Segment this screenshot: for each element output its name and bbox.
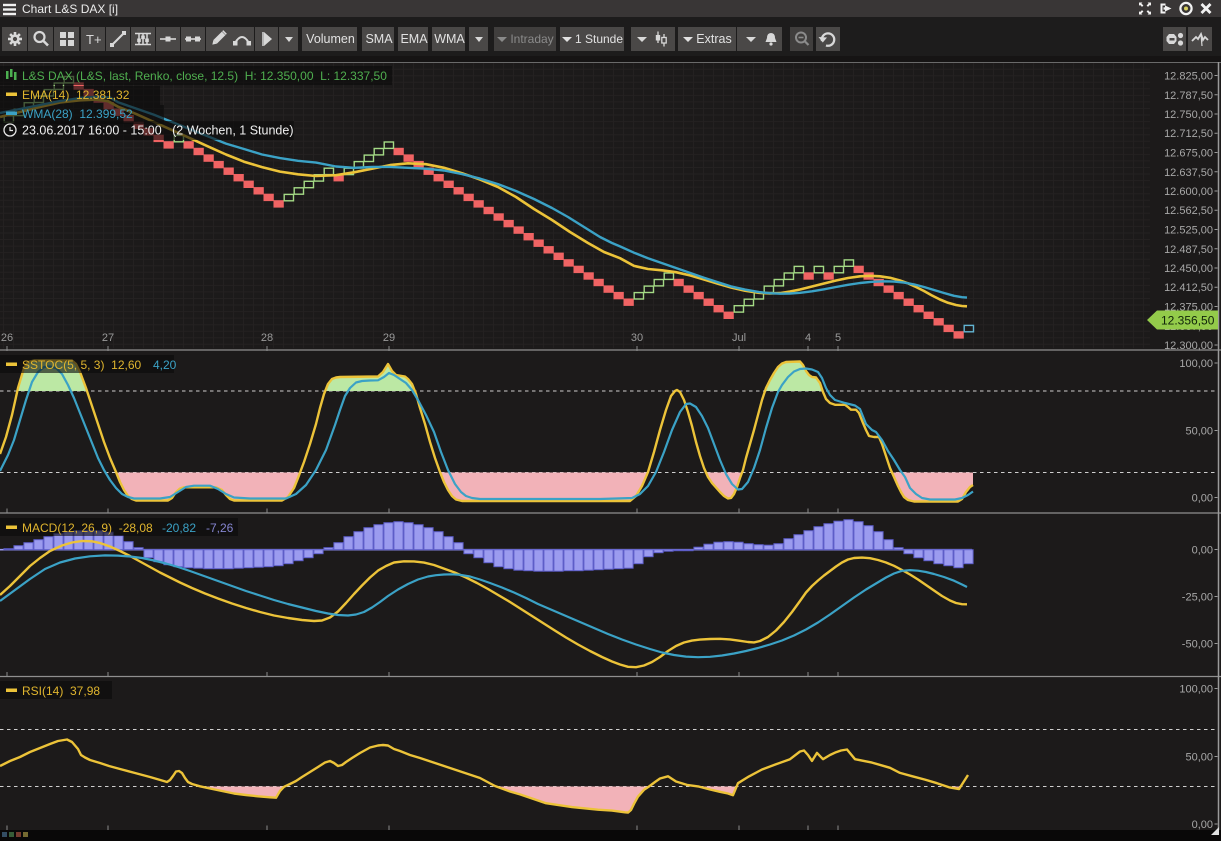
svg-text:12.356,50: 12.356,50 xyxy=(1161,314,1215,328)
svg-text:-20,82: -20,82 xyxy=(162,521,196,535)
svg-text:29: 29 xyxy=(383,332,395,344)
svg-text:L&S DAX (L&S, last, Renko, clo: L&S DAX (L&S, last, Renko, close, 12.5) … xyxy=(22,69,387,83)
svg-text:0,00: 0,00 xyxy=(1192,819,1213,830)
svg-text:T+: T+ xyxy=(86,32,102,47)
svg-text:26: 26 xyxy=(1,332,13,344)
svg-text:50,00: 50,00 xyxy=(1185,426,1213,438)
svg-text:EMA(14) 12.381,32: EMA(14) 12.381,32 xyxy=(22,88,130,102)
svg-text:-50,00: -50,00 xyxy=(1182,639,1213,651)
svg-text:100,00: 100,00 xyxy=(1179,684,1213,696)
svg-text:50,00: 50,00 xyxy=(1185,752,1213,764)
svg-text:12.825,00: 12.825,00 xyxy=(1164,71,1213,83)
svg-text:0,00: 0,00 xyxy=(1192,545,1213,557)
svg-text:WMA(28) 12.399,52: WMA(28) 12.399,52 xyxy=(22,107,133,121)
svg-text:-25,00: -25,00 xyxy=(1182,592,1213,604)
svg-text:12.637,50: 12.637,50 xyxy=(1164,167,1213,179)
svg-text:27: 27 xyxy=(102,332,114,344)
svg-text:12.712,50: 12.712,50 xyxy=(1164,128,1213,140)
svg-text:100,00: 100,00 xyxy=(1179,358,1213,370)
svg-text:RSI(14) 37,98: RSI(14) 37,98 xyxy=(22,684,100,698)
svg-text:12.750,00: 12.750,00 xyxy=(1164,109,1213,121)
svg-text:12.525,00: 12.525,00 xyxy=(1164,225,1213,237)
svg-text:12.600,00: 12.600,00 xyxy=(1164,186,1213,198)
svg-text:0,00: 0,00 xyxy=(1192,493,1213,505)
svg-text:28: 28 xyxy=(261,332,273,344)
svg-text:12.412,50: 12.412,50 xyxy=(1164,282,1213,294)
svg-text:12.787,50: 12.787,50 xyxy=(1164,90,1213,102)
svg-text:12.450,00: 12.450,00 xyxy=(1164,263,1213,275)
svg-text:-7,26: -7,26 xyxy=(206,521,234,535)
svg-text:4,20: 4,20 xyxy=(153,358,177,372)
svg-text:23.06.2017 16:00 - 15:00 (2: 23.06.2017 16:00 - 15:00 (2 Wochen, 1 St… xyxy=(22,124,294,138)
svg-text:SSTOC(5, 5, 3) 12,60: SSTOC(5, 5, 3) 12,60 xyxy=(22,358,141,372)
svg-text:12.300,00: 12.300,00 xyxy=(1164,340,1213,352)
svg-text:5: 5 xyxy=(835,332,841,344)
svg-text:12.487,50: 12.487,50 xyxy=(1164,244,1213,256)
svg-text:30: 30 xyxy=(631,332,643,344)
svg-text:Jul: Jul xyxy=(732,332,746,344)
svg-text:4: 4 xyxy=(805,332,811,344)
svg-text:12.675,00: 12.675,00 xyxy=(1164,148,1213,160)
svg-text:12.562,50: 12.562,50 xyxy=(1164,205,1213,217)
svg-text:MACD(12, 26, 9) -28,08: MACD(12, 26, 9) -28,08 xyxy=(22,521,153,535)
